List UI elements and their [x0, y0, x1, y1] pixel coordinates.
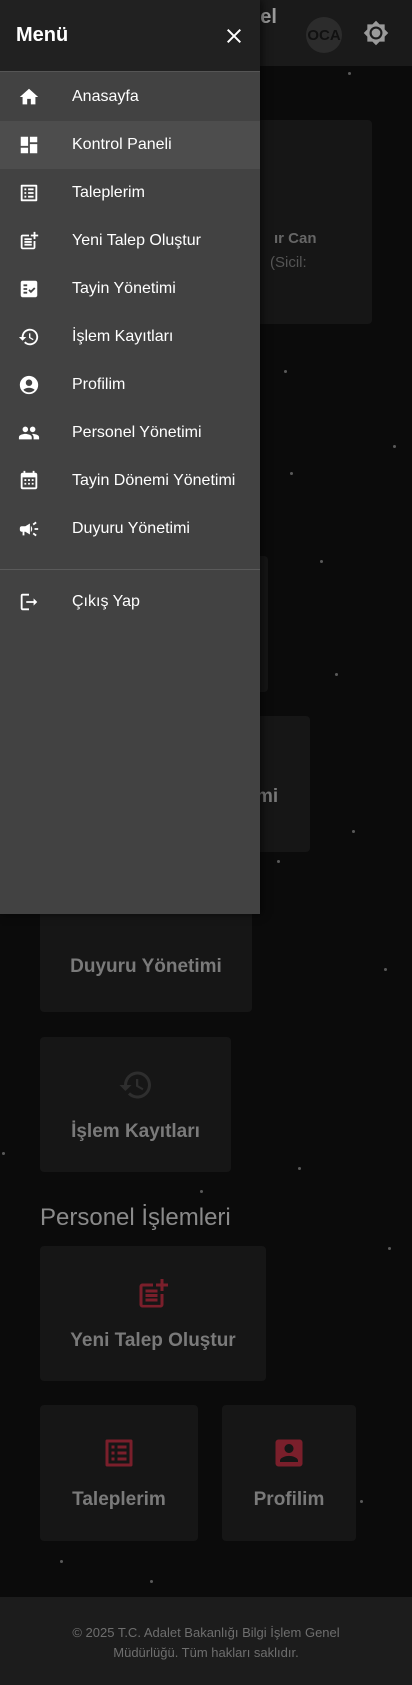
menu-item-personel-yonetimi[interactable]: Personel Yönetimi [0, 409, 260, 457]
post-add-icon [135, 1276, 171, 1312]
account-circle-icon [18, 374, 40, 396]
home-icon [18, 86, 40, 108]
menu-item-kontrol-paneli[interactable]: Kontrol Paneli [0, 121, 260, 169]
menu-item-yeni-talep[interactable]: Yeni Talep Oluştur [0, 217, 260, 265]
welcome-name-fragment: ır Can [274, 230, 317, 247]
menu-item-label: Tayin Dönemi Yönetimi [72, 472, 236, 489]
menu-item-tayin-donemi[interactable]: Tayin Dönemi Yönetimi [0, 457, 260, 505]
user-avatar[interactable]: OCA [306, 17, 342, 53]
card-label: Taleplerim [72, 1489, 166, 1510]
menu-item-label: Personel Yönetimi [72, 424, 202, 441]
card-islem-kayitlari[interactable]: İşlem Kayıtları [40, 1037, 231, 1172]
menu-item-duyuru-yonetimi[interactable]: Duyuru Yönetimi [0, 505, 260, 553]
page-footer: © 2025 T.C. Adalet Bakanlığı Bilgi İşlem… [0, 1597, 412, 1685]
welcome-sicil-fragment: (Sicil: [270, 254, 307, 271]
close-icon[interactable] [222, 24, 246, 48]
card-label: İşlem Kayıtları [71, 1120, 200, 1142]
menu-item-cikis-yap[interactable]: Çıkış Yap [0, 578, 260, 626]
menu-item-profilim[interactable]: Profilim [0, 361, 260, 409]
menu-item-label: Çıkış Yap [72, 593, 140, 610]
history-icon [18, 326, 40, 348]
card-label: Profilim [253, 1489, 325, 1510]
menu-item-label: Yeni Talep Oluştur [72, 232, 201, 249]
menu-item-tayin-yonetimi[interactable]: Tayin Yönetimi [0, 265, 260, 313]
menu-item-label: İşlem Kayıtları [72, 328, 174, 345]
menu-item-label: Anasayfa [72, 88, 139, 105]
list-icon [101, 1435, 137, 1471]
logout-icon [18, 591, 40, 613]
menu-item-label: Duyuru Yönetimi [72, 520, 190, 537]
menu-item-islem-kayitlari[interactable]: İşlem Kayıtları [0, 313, 260, 361]
account-box-icon [271, 1435, 307, 1471]
people-icon [18, 422, 40, 444]
card-label: Yeni Talep Oluştur [70, 1329, 236, 1351]
menu-divider [0, 569, 260, 570]
menu-item-label: Tayin Yönetimi [72, 280, 176, 297]
card-taleplerim[interactable]: Taleplerim [40, 1405, 198, 1541]
menu-item-label: Kontrol Paneli [72, 136, 172, 153]
menu-item-taleplerim[interactable]: Taleplerim [0, 169, 260, 217]
menu-item-label: Profilim [72, 376, 126, 393]
menu-item-anasayfa[interactable]: Anasayfa [0, 73, 260, 121]
card-profilim[interactable]: Profilim [222, 1405, 356, 1541]
welcome-card: ır Can (Sicil: [250, 120, 372, 324]
calendar-icon [18, 470, 40, 492]
card-label: Duyuru Yönetimi [70, 956, 222, 977]
checklist-icon [18, 278, 40, 300]
campaign-icon [18, 518, 40, 540]
drawer-header: Menü [0, 0, 260, 72]
list-icon [18, 182, 40, 204]
theme-toggle-icon[interactable] [363, 20, 389, 46]
footer-copyright-line2: Müdürlüğü. Tüm hakları saklıdır. [113, 1645, 299, 1660]
history-icon [118, 1067, 154, 1103]
post-add-icon [18, 230, 40, 252]
dashboard-icon [18, 134, 40, 156]
navigation-drawer: Menü Anasayfa Kontrol Paneli Taleplerim … [0, 0, 260, 914]
section-title-personel: Personel İşlemleri [40, 1204, 231, 1231]
footer-copyright-line1: © 2025 T.C. Adalet Bakanlığı Bilgi İşlem… [72, 1625, 340, 1640]
menu-item-label: Taleplerim [72, 184, 145, 201]
card-yeni-talep[interactable]: Yeni Talep Oluştur [40, 1246, 266, 1381]
drawer-menu-list: Anasayfa Kontrol Paneli Taleplerim Yeni … [0, 72, 260, 626]
drawer-title: Menü [16, 24, 69, 46]
